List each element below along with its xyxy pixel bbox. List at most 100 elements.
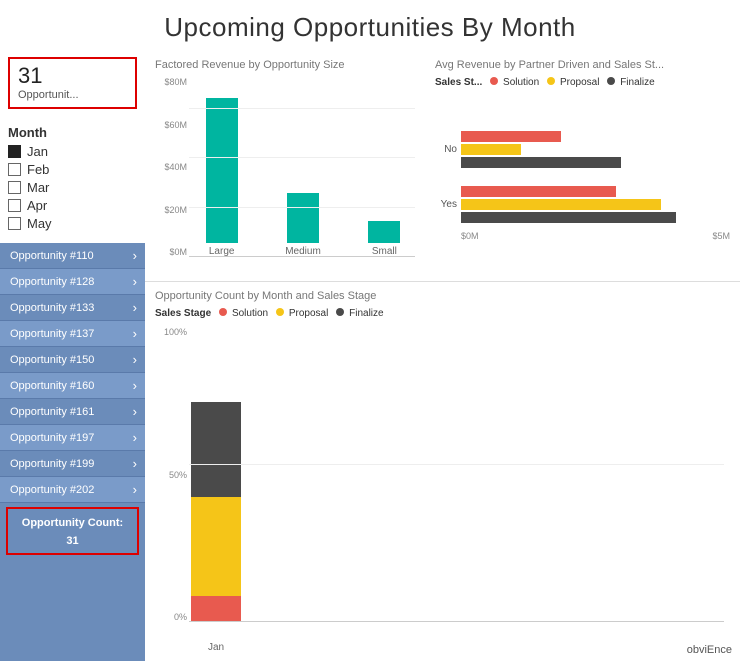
checkbox-apr[interactable]	[8, 199, 21, 212]
chevron-right-icon: ›	[133, 352, 137, 367]
checkbox-jan[interactable]	[8, 145, 21, 158]
filter-label-mar: Mar	[27, 180, 49, 195]
hbar-label-yes: Yes	[435, 199, 457, 210]
stacked-x-labels: Jan	[155, 642, 724, 653]
list-footer: Opportunity Count: 31	[6, 507, 139, 555]
chevron-right-icon: ›	[133, 248, 137, 263]
hbar-proposal-yes	[461, 199, 661, 210]
list-item[interactable]: Opportunity #161 ›	[0, 399, 145, 425]
filter-item-mar[interactable]: Mar	[8, 180, 137, 195]
y-axis-labels: $80M $60M $40M $20M $0M	[155, 77, 189, 257]
bar-medium: Medium	[272, 193, 333, 257]
hbar-section: No Yes	[435, 96, 730, 275]
proposal-dot3	[276, 308, 284, 316]
filter-title: Month	[8, 125, 137, 140]
chevron-right-icon: ›	[133, 456, 137, 471]
stacked-inner: 100% 50% 0%	[155, 327, 724, 642]
factored-revenue-chart: Factored Revenue by Opportunity Size $80…	[145, 51, 425, 281]
avg-revenue-chart: Avg Revenue by Partner Driven and Sales …	[425, 51, 740, 281]
legend-proposal3: Proposal	[276, 308, 328, 319]
filter-section: Month Jan Feb Mar Apr	[0, 119, 145, 235]
legend-sales-stage-label3: Sales Stage	[155, 308, 211, 319]
list-footer-text: Opportunity Count: 31	[22, 517, 123, 547]
hbar-solution-no	[461, 131, 561, 142]
chevron-right-icon: ›	[133, 430, 137, 445]
bar-large-rect	[206, 98, 238, 243]
page-title: Upcoming Opportunities By Month	[0, 0, 740, 51]
chart2-title: Avg Revenue by Partner Driven and Sales …	[435, 59, 730, 71]
stacked-y-labels: 100% 50% 0%	[155, 327, 189, 622]
bar-large: Large	[191, 98, 252, 257]
branding-label: obviEnce	[687, 644, 732, 656]
legend-finalize3: Finalize	[336, 308, 383, 319]
left-panel: 31 Opportunit... Month Jan Feb Mar	[0, 51, 145, 661]
stacked-bar-jan	[191, 402, 241, 622]
legend-proposal: Proposal	[547, 77, 599, 88]
bar-small: Small	[354, 221, 415, 257]
hbar-proposal-no	[461, 144, 521, 155]
solution-dot	[490, 77, 498, 85]
kpi-box[interactable]: 31 Opportunit...	[8, 57, 137, 109]
list-item[interactable]: Opportunity #160 ›	[0, 373, 145, 399]
list-item[interactable]: Opportunity #197 ›	[0, 425, 145, 451]
legend-finalize: Finalize	[607, 77, 654, 88]
segment-solution	[191, 596, 241, 622]
bar-small-rect	[368, 221, 400, 243]
filter-label-apr: Apr	[27, 198, 47, 213]
kpi-label: Opportunit...	[18, 89, 127, 101]
charts-top-row: Factored Revenue by Opportunity Size $80…	[145, 51, 740, 281]
grid-line	[189, 108, 415, 109]
stacked-chart-area: 100% 50% 0%	[155, 327, 724, 653]
chevron-right-icon: ›	[133, 404, 137, 419]
segment-finalize	[191, 402, 241, 497]
chevron-right-icon: ›	[133, 326, 137, 341]
finalize-dot	[607, 77, 615, 85]
filter-item-jan[interactable]: Jan	[8, 144, 137, 159]
proposal-dot	[547, 77, 555, 85]
checkbox-mar[interactable]	[8, 181, 21, 194]
checkbox-may[interactable]	[8, 217, 21, 230]
filter-item-feb[interactable]: Feb	[8, 162, 137, 177]
stacked-bar-chart: Opportunity Count by Month and Sales Sta…	[145, 282, 740, 661]
legend-solution3: Solution	[219, 308, 268, 319]
chevron-right-icon: ›	[133, 300, 137, 315]
bar-chart-inner: $80M $60M $40M $20M $0M	[155, 77, 415, 275]
chart3-title: Opportunity Count by Month and Sales Sta…	[155, 290, 724, 302]
finalize-dot3	[336, 308, 344, 316]
hbar-x-labels: $0M $5M	[435, 231, 730, 241]
list-item[interactable]: Opportunity #202 ›	[0, 477, 145, 503]
grid-line	[189, 157, 415, 158]
segment-proposal	[191, 497, 241, 596]
stacked-x-axis	[189, 621, 724, 622]
list-item[interactable]: Opportunity #133 ›	[0, 295, 145, 321]
chevron-right-icon: ›	[133, 482, 137, 497]
chart2-legend: Sales St... Solution Proposal Finalize	[435, 77, 730, 88]
filter-label-feb: Feb	[27, 162, 49, 177]
hbar-finalize-no	[461, 157, 621, 168]
bar-medium-rect	[287, 193, 319, 243]
list-item[interactable]: Opportunity #150 ›	[0, 347, 145, 373]
grid-line	[189, 207, 415, 208]
list-item[interactable]: Opportunity #137 ›	[0, 321, 145, 347]
hbar-finalize-yes	[461, 212, 676, 223]
x-axis-line	[189, 256, 415, 257]
stacked-grid-50	[189, 464, 724, 465]
kpi-number: 31	[18, 65, 127, 87]
chart1-title: Factored Revenue by Opportunity Size	[155, 59, 415, 71]
list-item[interactable]: Opportunity #128 ›	[0, 269, 145, 295]
filter-label-jan: Jan	[27, 144, 48, 159]
hbar-bars-no	[461, 131, 621, 168]
stacked-x-label-jan: Jan	[191, 642, 241, 653]
checkbox-feb[interactable]	[8, 163, 21, 176]
list-item[interactable]: Opportunity #110 ›	[0, 243, 145, 269]
chart3-legend: Sales Stage Solution Proposal Finalize	[155, 308, 724, 319]
bar-chart-area: $80M $60M $40M $20M $0M	[155, 77, 415, 275]
filter-item-apr[interactable]: Apr	[8, 198, 137, 213]
list-item[interactable]: Opportunity #199 ›	[0, 451, 145, 477]
right-panel: Factored Revenue by Opportunity Size $80…	[145, 51, 740, 661]
chevron-right-icon: ›	[133, 378, 137, 393]
chevron-right-icon: ›	[133, 274, 137, 289]
filter-label-may: May	[27, 216, 52, 231]
filter-item-may[interactable]: May	[8, 216, 137, 231]
hbar-bars-yes	[461, 186, 676, 223]
